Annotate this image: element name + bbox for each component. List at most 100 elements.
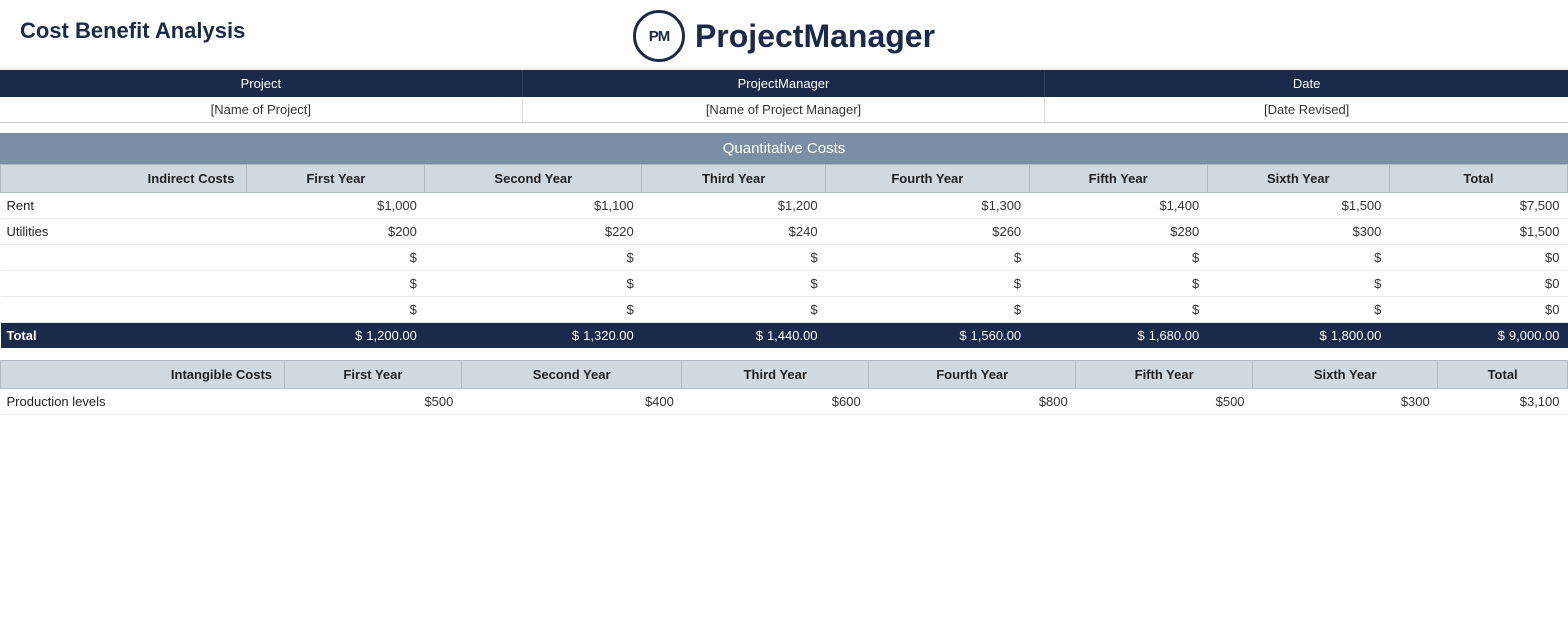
cell-value: $1,300 [826,193,1030,219]
cell-value: $ [826,271,1030,297]
cell-value: $1,000 [247,193,425,219]
cell-value: $ [425,245,642,271]
total-row: Total$1,200.00$1,320.00$1,440.00$1,560.0… [1,323,1568,349]
cell-value: $ [826,245,1030,271]
table-row: $$$$$$$0 [1,245,1568,271]
cell-value: $3,100 [1438,389,1568,415]
info-bar-values: [Name of Project] [Name of Project Manag… [0,97,1568,123]
info-col1-value: [Name of Project] [0,97,523,122]
col-fourth-year: Fourth Year [826,165,1030,193]
cell-value: $1,200 [642,193,826,219]
row-label: Utilities [1,219,247,245]
header: Cost Benefit Analysis PM ProjectManager [0,0,1568,70]
col-fifth-year: Fifth Year [1029,165,1207,193]
logo-name: ProjectManager [695,18,935,55]
logo-icon: PM [633,10,685,62]
cell-value: $1,100 [425,193,642,219]
col-sixth-year: Sixth Year [1207,165,1389,193]
info-col1-header: Project [0,70,523,97]
logo-area: PM ProjectManager [633,10,935,62]
cell-value: $1,400 [1029,193,1207,219]
row-label: Production levels [1,389,285,415]
page: Cost Benefit Analysis PM ProjectManager … [0,0,1568,626]
cell-value: $ [1207,271,1389,297]
cell-value: $ [425,297,642,323]
indirect-costs-header-row: Indirect Costs First Year Second Year Th… [1,165,1568,193]
cell-value: $300 [1207,219,1389,245]
total-cell: $1,320.00 [425,323,642,349]
cell-value: $600 [682,389,869,415]
table-row: $$$$$$$0 [1,271,1568,297]
cell-value: $220 [425,219,642,245]
cell-value: $ [642,271,826,297]
page-title: Cost Benefit Analysis [20,18,245,44]
row-label [1,271,247,297]
total-cell: $1,680.00 [1029,323,1207,349]
intangible-section: Intangible Costs First Year Second Year … [0,360,1568,415]
total-cell: $9,000.00 [1389,323,1567,349]
table-row: Rent$1,000$1,100$1,200$1,300$1,400$1,500… [1,193,1568,219]
logo-initials: PM [649,28,670,45]
cell-value: $ [1029,297,1207,323]
cell-value: $ [247,245,425,271]
cell-value: $200 [247,219,425,245]
total-label: Total [1,323,247,349]
intangible-col-sixth-year: Sixth Year [1253,361,1438,389]
cell-value: $0 [1389,297,1567,323]
intangible-costs-label: Intangible Costs [1,361,285,389]
intangible-col-fifth-year: Fifth Year [1076,361,1253,389]
cell-value: $0 [1389,245,1567,271]
cell-value: $ [1029,271,1207,297]
cell-value: $ [247,297,425,323]
cell-value: $ [642,297,826,323]
info-bar-headers: Project ProjectManager Date [0,70,1568,97]
indirect-costs-label: Indirect Costs [1,165,247,193]
cell-value: $240 [642,219,826,245]
cell-value: $ [1029,245,1207,271]
info-col2-header: ProjectManager [523,70,1046,97]
intangible-col-fourth-year: Fourth Year [869,361,1076,389]
intangible-costs-header-row: Intangible Costs First Year Second Year … [1,361,1568,389]
info-col2-value: [Name of Project Manager] [523,97,1046,122]
intangible-col-total: Total [1438,361,1568,389]
intangible-col-first-year: First Year [285,361,462,389]
cell-value: $500 [285,389,462,415]
intangible-col-second-year: Second Year [461,361,682,389]
row-label: Rent [1,193,247,219]
cell-value: $ [247,271,425,297]
info-col3-header: Date [1045,70,1568,97]
row-label [1,297,247,323]
table-row: Production levels$500$400$600$800$500$30… [1,389,1568,415]
cell-value: $500 [1076,389,1253,415]
intangible-col-third-year: Third Year [682,361,869,389]
col-first-year: First Year [247,165,425,193]
intangible-costs-table: Intangible Costs First Year Second Year … [0,360,1568,415]
total-cell: $1,440.00 [642,323,826,349]
cell-value: $ [1207,297,1389,323]
cell-value: $300 [1253,389,1438,415]
quantitative-costs-header: Quantitative Costs [0,133,1568,164]
cell-value: $1,500 [1207,193,1389,219]
col-third-year: Third Year [642,165,826,193]
cell-value: $ [826,297,1030,323]
col-total: Total [1389,165,1567,193]
cell-value: $400 [461,389,682,415]
indirect-costs-table: Indirect Costs First Year Second Year Th… [0,164,1568,348]
cell-value: $0 [1389,271,1567,297]
total-cell: $1,560.00 [826,323,1030,349]
cell-value: $7,500 [1389,193,1567,219]
cell-value: $800 [869,389,1076,415]
total-cell: $1,800.00 [1207,323,1389,349]
info-col3-value: [Date Revised] [1045,97,1568,122]
cell-value: $1,500 [1389,219,1567,245]
cell-value: $ [425,271,642,297]
cell-value: $ [642,245,826,271]
total-cell: $1,200.00 [247,323,425,349]
row-label [1,245,247,271]
col-second-year: Second Year [425,165,642,193]
cell-value: $280 [1029,219,1207,245]
cell-value: $ [1207,245,1389,271]
table-row: Utilities$200$220$240$260$280$300$1,500 [1,219,1568,245]
cell-value: $260 [826,219,1030,245]
table-row: $$$$$$$0 [1,297,1568,323]
